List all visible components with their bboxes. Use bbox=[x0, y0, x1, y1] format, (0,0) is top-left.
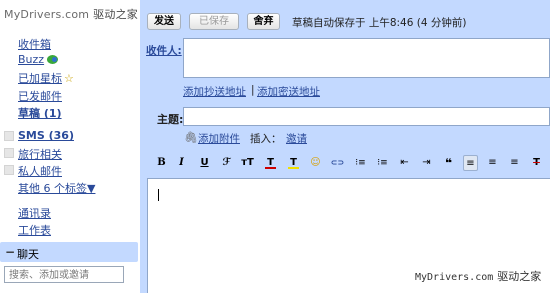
sidebar-label-travel[interactable]: 旅行相关 bbox=[18, 146, 62, 162]
emoji-icon[interactable]: ☺ bbox=[308, 155, 323, 171]
label-color-square bbox=[4, 131, 14, 141]
star-icon: ☆ bbox=[64, 72, 74, 85]
subject-field[interactable] bbox=[183, 107, 550, 126]
autosave-status: 草稿自动保存于 上午8:46 (4 分钟前) bbox=[292, 17, 467, 29]
clear-format-icon[interactable]: T bbox=[529, 155, 544, 171]
sidebar-more-labels[interactable]: 其他 6 个标签▼ bbox=[18, 180, 95, 196]
site-logo: MyDrivers.com 驱动之家 bbox=[4, 6, 138, 22]
sidebar-tasks[interactable]: 工作表 bbox=[18, 222, 51, 238]
quote-icon[interactable]: ❝ bbox=[441, 155, 456, 171]
sidebar-item-drafts[interactable]: 草稿 (1) bbox=[18, 105, 62, 121]
invite-link[interactable]: 邀请 bbox=[286, 131, 307, 146]
add-cc-link[interactable]: 添加抄送地址 bbox=[183, 84, 246, 99]
watermark: MyDrivers.com 驱动之家 bbox=[415, 268, 541, 284]
sidebar-contacts[interactable]: 通讯录 bbox=[18, 205, 51, 221]
label-color-square bbox=[4, 148, 14, 158]
align-left-icon[interactable]: ≡ bbox=[463, 155, 478, 171]
discard-button[interactable]: 舍弃 bbox=[247, 13, 280, 30]
add-bcc-link[interactable]: 添加密送地址 bbox=[257, 84, 320, 99]
chat-header[interactable]: − 聊天 bbox=[0, 242, 138, 262]
outdent-icon[interactable]: ⇤ bbox=[397, 155, 412, 171]
compose-panel: 发送 已保存 舍弃 草稿自动保存于 上午8:46 (4 分钟前) 收件人: 添加… bbox=[140, 0, 550, 293]
chat-title: 聊天 bbox=[17, 248, 39, 261]
text-cursor bbox=[158, 189, 159, 201]
watermark-cn: 驱动之家 bbox=[497, 270, 542, 283]
align-right-icon[interactable]: ≡ bbox=[507, 155, 522, 171]
sidebar-item-sent[interactable]: 已发邮件 bbox=[18, 88, 62, 104]
align-center-icon[interactable]: ≡ bbox=[485, 155, 500, 171]
sidebar-item-label: Buzz bbox=[18, 53, 45, 66]
sidebar-label-personal[interactable]: 私人邮件 bbox=[18, 163, 62, 179]
send-button[interactable]: 发送 bbox=[147, 13, 181, 30]
collapse-icon[interactable]: − bbox=[5, 245, 15, 259]
sidebar: MyDrivers.com 驱动之家 收件箱 Buzz 已加星标 ☆ 已发邮件 草稿… bbox=[0, 0, 140, 293]
logo-cn: 驱动之家 bbox=[93, 8, 138, 21]
ordered-list-icon[interactable]: ⁝≡ bbox=[353, 155, 368, 171]
sidebar-item-buzz[interactable]: Buzz bbox=[18, 53, 59, 66]
insert-label: 插入： bbox=[250, 133, 282, 145]
chat-search-input[interactable]: 搜索、添加或邀请 bbox=[4, 266, 124, 283]
label-color-square bbox=[4, 165, 14, 175]
indent-icon[interactable]: ⇥ bbox=[419, 155, 434, 171]
highlight-button[interactable]: T bbox=[286, 155, 301, 171]
to-label[interactable]: 收件人: bbox=[146, 43, 182, 58]
paperclip-icon: 🖇 bbox=[184, 131, 198, 144]
watermark-site: MyDrivers.com bbox=[415, 272, 494, 283]
italic-button[interactable]: I bbox=[174, 155, 189, 171]
logo-text: MyDrivers.com bbox=[4, 8, 90, 21]
buzz-icon bbox=[47, 55, 59, 64]
sidebar-label-sms[interactable]: SMS (36) bbox=[18, 129, 74, 142]
save-button[interactable]: 已保存 bbox=[189, 13, 239, 30]
to-field[interactable] bbox=[183, 38, 550, 78]
link-separator: | bbox=[251, 84, 255, 96]
sidebar-item-label: 已加星标 bbox=[18, 72, 62, 85]
attach-file-link[interactable]: 添加附件 bbox=[198, 131, 240, 146]
sidebar-item-inbox[interactable]: 收件箱 bbox=[18, 36, 51, 52]
link-icon[interactable]: ⊂⊃ bbox=[330, 155, 345, 171]
bold-button[interactable]: B bbox=[154, 155, 169, 171]
subject-label: 主题: bbox=[157, 113, 184, 126]
text-color-button[interactable]: T bbox=[263, 155, 278, 171]
font-size-button[interactable]: тT bbox=[240, 155, 255, 171]
underline-button[interactable]: U bbox=[197, 155, 212, 171]
font-button[interactable]: ℱ bbox=[219, 155, 234, 171]
bullet-list-icon[interactable]: ⁝≡ bbox=[375, 155, 390, 171]
color-swatch bbox=[265, 167, 276, 169]
highlight-swatch bbox=[288, 167, 299, 169]
sidebar-item-starred[interactable]: 已加星标 ☆ bbox=[18, 70, 74, 86]
